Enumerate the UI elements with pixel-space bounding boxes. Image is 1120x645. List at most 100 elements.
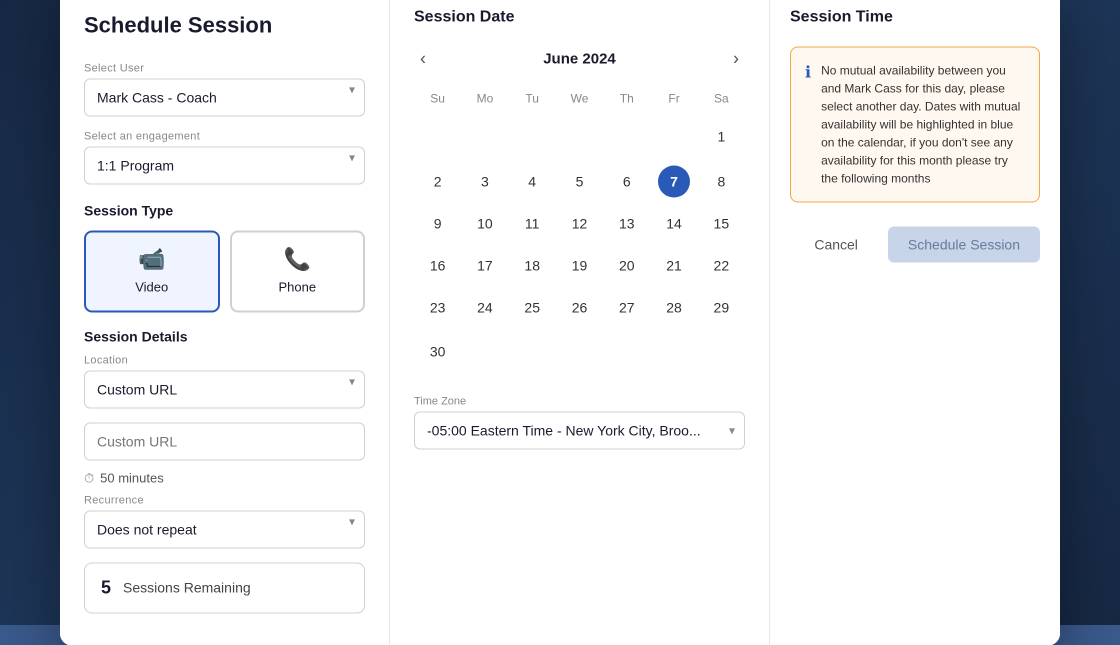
select-engagement-dropdown[interactable]: 1:1 Program	[84, 146, 365, 184]
calendar-day-cell: 29	[698, 286, 745, 328]
next-month-button[interactable]: ›	[727, 46, 745, 71]
calendar-day-14[interactable]: 14	[658, 207, 690, 239]
day-header-th: Th	[603, 87, 650, 113]
session-type-video[interactable]: 📹 Video	[84, 230, 220, 312]
calendar-day-27[interactable]: 27	[611, 291, 643, 323]
calendar-day-cell: 22	[698, 244, 745, 286]
calendar-day-15[interactable]: 15	[705, 207, 737, 239]
recurrence-label: Recurrence	[84, 494, 365, 506]
calendar-day-empty	[469, 118, 501, 150]
calendar-day-cell: 8	[698, 160, 745, 202]
calendar-week-row: 23 24 25 26 27 28 29	[414, 286, 745, 328]
calendar-day-17[interactable]: 17	[469, 249, 501, 281]
prev-month-button[interactable]: ‹	[414, 46, 432, 71]
calendar-day-16[interactable]: 16	[422, 249, 454, 281]
calendar-day-empty	[516, 118, 548, 150]
calendar-day-19[interactable]: 19	[563, 249, 595, 281]
calendar-day-21[interactable]: 21	[658, 249, 690, 281]
select-user-dropdown[interactable]: Mark Cass - Coach	[84, 78, 365, 116]
calendar-day-18[interactable]: 18	[516, 249, 548, 281]
calendar-day-cell	[509, 328, 556, 375]
calendar-day-24[interactable]: 24	[469, 291, 501, 323]
calendar-day-13[interactable]: 13	[611, 207, 643, 239]
timezone-dropdown[interactable]: -05:00 Eastern Time - New York City, Bro…	[414, 411, 745, 449]
session-time-title: Session Time	[790, 8, 1040, 26]
calendar-day-12[interactable]: 12	[563, 207, 595, 239]
info-text: No mutual availability between you and M…	[821, 61, 1025, 187]
cancel-button[interactable]: Cancel	[794, 226, 878, 262]
calendar-day-cell	[556, 328, 603, 375]
calendar-day-28[interactable]: 28	[658, 291, 690, 323]
calendar-day-cell: 5	[556, 160, 603, 202]
calendar-day-3[interactable]: 3	[469, 165, 501, 197]
sessions-remaining-count: 5	[101, 577, 111, 598]
calendar-day-empty	[611, 333, 643, 365]
calendar-day-5[interactable]: 5	[563, 165, 595, 197]
calendar-day-cell: 6	[603, 160, 650, 202]
calendar-day-cell: 3	[461, 160, 508, 202]
calendar-month: June 2024	[543, 50, 616, 67]
calendar-day-6[interactable]: 6	[611, 165, 643, 197]
schedule-session-button[interactable]: Schedule Session	[888, 226, 1040, 262]
day-header-su: Su	[414, 87, 461, 113]
calendar-day-cell: 14	[650, 202, 697, 244]
day-header-fr: Fr	[650, 87, 697, 113]
duration-text: 50 minutes	[100, 471, 164, 486]
calendar-week-row: 1	[414, 113, 745, 160]
recurrence-wrapper: Recurrence Does not repeat ▾	[84, 494, 365, 548]
calendar-day-cell: 24	[461, 286, 508, 328]
recurrence-dropdown[interactable]: Does not repeat	[84, 510, 365, 548]
calendar-day-cell: 12	[556, 202, 603, 244]
calendar-day-30[interactable]: 30	[422, 336, 454, 368]
calendar-day-empty	[469, 333, 501, 365]
sessions-remaining-label: Sessions Remaining	[123, 580, 251, 596]
select-engagement-wrapper: Select an engagement 1:1 Program ▾	[84, 130, 365, 184]
calendar-day-cell	[603, 328, 650, 375]
calendar-day-cell: 23	[414, 286, 461, 328]
calendar-day-cell	[414, 113, 461, 160]
calendar: ‹ June 2024 › Su Mo Tu We Th Fr Sa	[414, 46, 745, 375]
calendar-day-cell	[556, 113, 603, 160]
calendar-day-cell: 17	[461, 244, 508, 286]
calendar-day-10[interactable]: 10	[469, 207, 501, 239]
custom-url-input[interactable]	[84, 422, 365, 460]
calendar-day-29[interactable]: 29	[705, 291, 737, 323]
calendar-day-11[interactable]: 11	[516, 207, 548, 239]
select-engagement-label: Select an engagement	[84, 130, 365, 142]
calendar-day-empty	[705, 333, 737, 365]
select-user-label: Select User	[84, 62, 365, 74]
calendar-day-8[interactable]: 8	[705, 165, 737, 197]
location-wrapper: Location Custom URL ▾	[84, 354, 365, 408]
calendar-day-7[interactable]: 7	[658, 165, 690, 197]
calendar-day-25[interactable]: 25	[516, 291, 548, 323]
calendar-day-empty	[658, 118, 690, 150]
calendar-day-cell	[461, 328, 508, 375]
calendar-day-cell: 18	[509, 244, 556, 286]
calendar-day-cell: 30	[414, 328, 461, 375]
calendar-week-row: 9 10 11 12 13 14 15	[414, 202, 745, 244]
session-details-title: Session Details	[84, 328, 365, 344]
calendar-day-26[interactable]: 26	[563, 291, 595, 323]
calendar-day-1[interactable]: 1	[705, 121, 737, 153]
calendar-body: 1234567891011121314151617181920212223242…	[414, 113, 745, 375]
calendar-day-cell: 11	[509, 202, 556, 244]
calendar-day-cell: 1	[698, 113, 745, 160]
schedule-session-modal: Schedule Session Select User Mark Cass -…	[60, 0, 1060, 645]
calendar-day-20[interactable]: 20	[611, 249, 643, 281]
calendar-day-cell: 2	[414, 160, 461, 202]
calendar-day-22[interactable]: 22	[705, 249, 737, 281]
calendar-day-cell: 4	[509, 160, 556, 202]
calendar-day-2[interactable]: 2	[422, 165, 454, 197]
calendar-grid: Su Mo Tu We Th Fr Sa 1234567891011121314…	[414, 87, 745, 375]
location-dropdown[interactable]: Custom URL	[84, 370, 365, 408]
calendar-day-cell: 26	[556, 286, 603, 328]
timezone-select-wrapper: -05:00 Eastern Time - New York City, Bro…	[414, 411, 745, 449]
calendar-day-cell	[698, 328, 745, 375]
calendar-day-cell	[461, 113, 508, 160]
calendar-day-4[interactable]: 4	[516, 165, 548, 197]
timezone-wrapper: Time Zone -05:00 Eastern Time - New York…	[414, 395, 745, 449]
calendar-day-23[interactable]: 23	[422, 291, 454, 323]
actions-bar: Cancel Schedule Session	[790, 226, 1040, 262]
calendar-day-9[interactable]: 9	[422, 207, 454, 239]
session-type-phone[interactable]: 📞 Phone	[230, 230, 366, 312]
